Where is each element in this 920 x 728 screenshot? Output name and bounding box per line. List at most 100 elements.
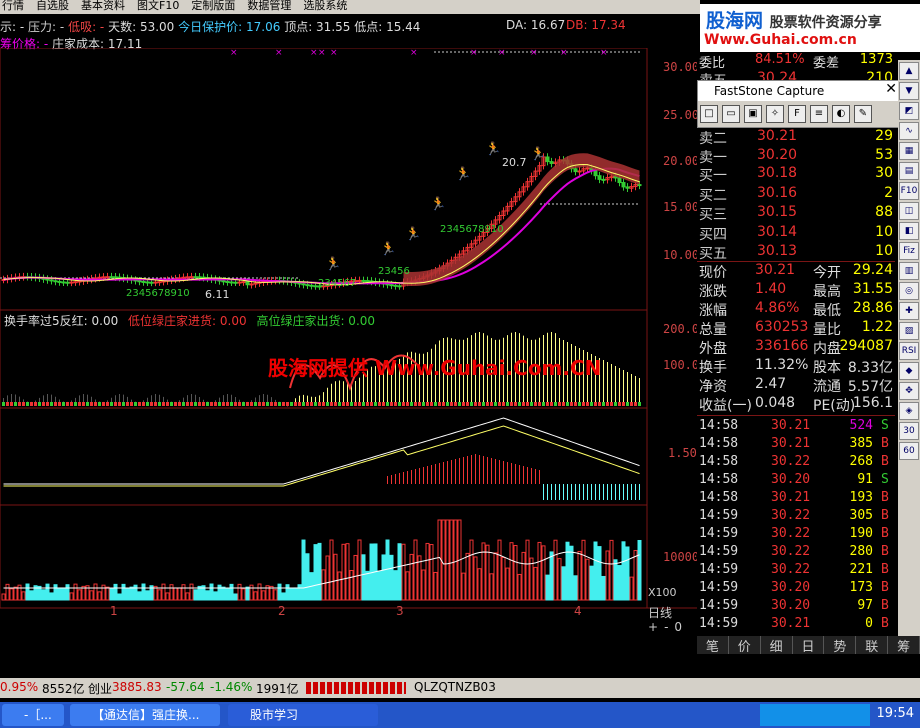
tool-icon-12[interactable]: ▨ [899,322,919,340]
tab-0[interactable]: 笔 [697,636,729,655]
capture-fullscreen-icon[interactable]: F [788,105,806,123]
clock: 19:54 [876,706,914,721]
candle-body [53,280,58,283]
capture-scroll-icon[interactable]: ≡ [810,105,828,123]
ind1-dot [554,402,557,406]
ind1-dot [494,402,497,406]
tick-row: 14:58 30.21 524 S [697,418,895,436]
ind1-dot [34,402,37,406]
palette-icon[interactable]: ◐ [832,105,850,123]
tick-row: 14:58 30.20 91 S [697,472,895,490]
status-volume: 1991亿 [256,682,299,696]
capture-rect-icon[interactable]: ▣ [744,105,762,123]
settings-icon[interactable]: ✎ [854,105,872,123]
tool-icon-8[interactable]: ◧ [899,222,919,240]
tab-2[interactable]: 细 [761,636,793,655]
volume-bar [601,575,606,601]
runner-icon: 🏃 [405,226,421,242]
faststone-capture-window[interactable]: FastStone Capture ✕ □ ▭ ▣ ✧ F ≡ ◐ ✎ [697,80,902,128]
tick-time: 14:59 [699,544,739,559]
capture-freehand-icon[interactable]: ✧ [766,105,784,123]
menu-item-1[interactable]: 自选股 [34,0,79,14]
ind1-dot [178,402,181,406]
tool-icon-13[interactable]: ◆ [899,362,919,380]
side-number-60[interactable]: 60 [899,442,919,460]
tick-time: 14:58 [699,472,739,487]
volume-bar [637,539,642,601]
volume-bar [629,576,634,601]
menu-item-0[interactable]: 行情 [0,0,34,14]
annotation-seq: 234567 [318,278,356,289]
volume-bar [245,586,250,601]
volume-bar [97,591,102,601]
kline-chart[interactable]: × × × × × × × × × × ×20.76.11234567891023456723456… [0,48,697,620]
tool-icon-1[interactable]: ▲ [899,62,919,80]
menu-item-5[interactable]: 数据管理 [245,0,301,14]
taskbar-item-1[interactable]: -［... [2,704,64,726]
zoom-reset-button[interactable]: 0 [674,620,682,634]
tool-icon-6[interactable]: ▤ [899,162,919,180]
guhai-logo: 股海网 股票软件资源分享 Www.Guhai.com.cn [700,4,920,52]
period-label[interactable]: 日线 [648,604,696,620]
logo-subtitle: 股票软件资源分享 [769,15,882,31]
status-change: -57.64 [166,680,205,694]
ind1-dot [566,402,569,406]
zoom-out-button[interactable]: - [664,620,668,634]
tool-icon-4[interactable]: ∿ [899,122,919,140]
capture-window-icon[interactable]: □ [700,105,718,123]
ind1-dot [358,402,361,406]
taskbar-item-stock-study[interactable]: 股市学习 [228,704,378,726]
zoom-in-button[interactable]: + [648,620,658,634]
tool-icon-10[interactable]: ◎ [899,282,919,300]
tool-icon-7[interactable]: ◫ [899,202,919,220]
taskbar-item-tdx[interactable]: 【通达信】强庄换... [70,704,220,726]
orderbook-price: 30.14 [757,223,798,240]
volume-bar [549,551,554,601]
y-tick-main: 20.00 [663,154,700,168]
menu-item-2[interactable]: 基本资料 [79,0,135,14]
tool-icon-11[interactable]: ✚ [899,302,919,320]
volume-bar [433,571,438,601]
ind1-dot [562,402,565,406]
orderbook-price: 30.18 [757,165,798,181]
tool-icon-rsi[interactable]: RSI [899,342,919,360]
capture-object-icon[interactable]: ▭ [722,105,740,123]
ind1-dot [38,402,41,406]
volume-bar [557,558,562,601]
tab-6[interactable]: 筹 [888,636,920,655]
tool-icon-fiz[interactable]: Fiz [899,242,919,260]
tab-5[interactable]: 联 [856,636,889,655]
tab-3[interactable]: 日 [793,636,825,655]
ind1-dot [114,402,117,406]
menu-item-4[interactable]: 定制版面 [189,0,245,14]
ind1-dot [338,402,341,406]
menu-item-3[interactable]: 图文F10 [135,0,189,14]
volume-bar [413,539,418,601]
logo-title: 股海网 [706,10,764,32]
info-db: DB: 17.34 [566,18,626,32]
ind1-dot [166,402,169,406]
orderbook-sell-row: 卖二 30.21 29 [697,128,895,147]
tool-icon-f10[interactable]: F10 [899,182,919,200]
side-number-30[interactable]: 30 [899,422,919,440]
tab-1[interactable]: 价 [729,636,761,655]
close-icon[interactable]: ✕ [885,81,897,97]
tool-icon-15[interactable]: ◈ [899,402,919,420]
menu-item-6[interactable]: 选股系统 [301,0,357,14]
tick-volume: 0 [865,616,873,631]
tool-icon-5[interactable]: ▦ [899,142,919,160]
volume-bar [485,544,490,601]
ind1-dot [262,402,265,406]
orderbook-label: 买一 [699,168,727,184]
ind1-dot [130,402,133,406]
ind1-dot [406,402,409,406]
tool-icon-14[interactable]: ✥ [899,382,919,400]
tab-4[interactable]: 势 [824,636,857,655]
ind1-dot [46,402,49,406]
tool-icon-2[interactable]: ▼ [899,82,919,100]
ind1-dot [142,402,145,406]
quote-label: 换手 [699,360,727,376]
ind1-dot [582,402,585,406]
tool-icon-3[interactable]: ◩ [899,102,919,120]
tool-icon-9[interactable]: ▥ [899,262,919,280]
